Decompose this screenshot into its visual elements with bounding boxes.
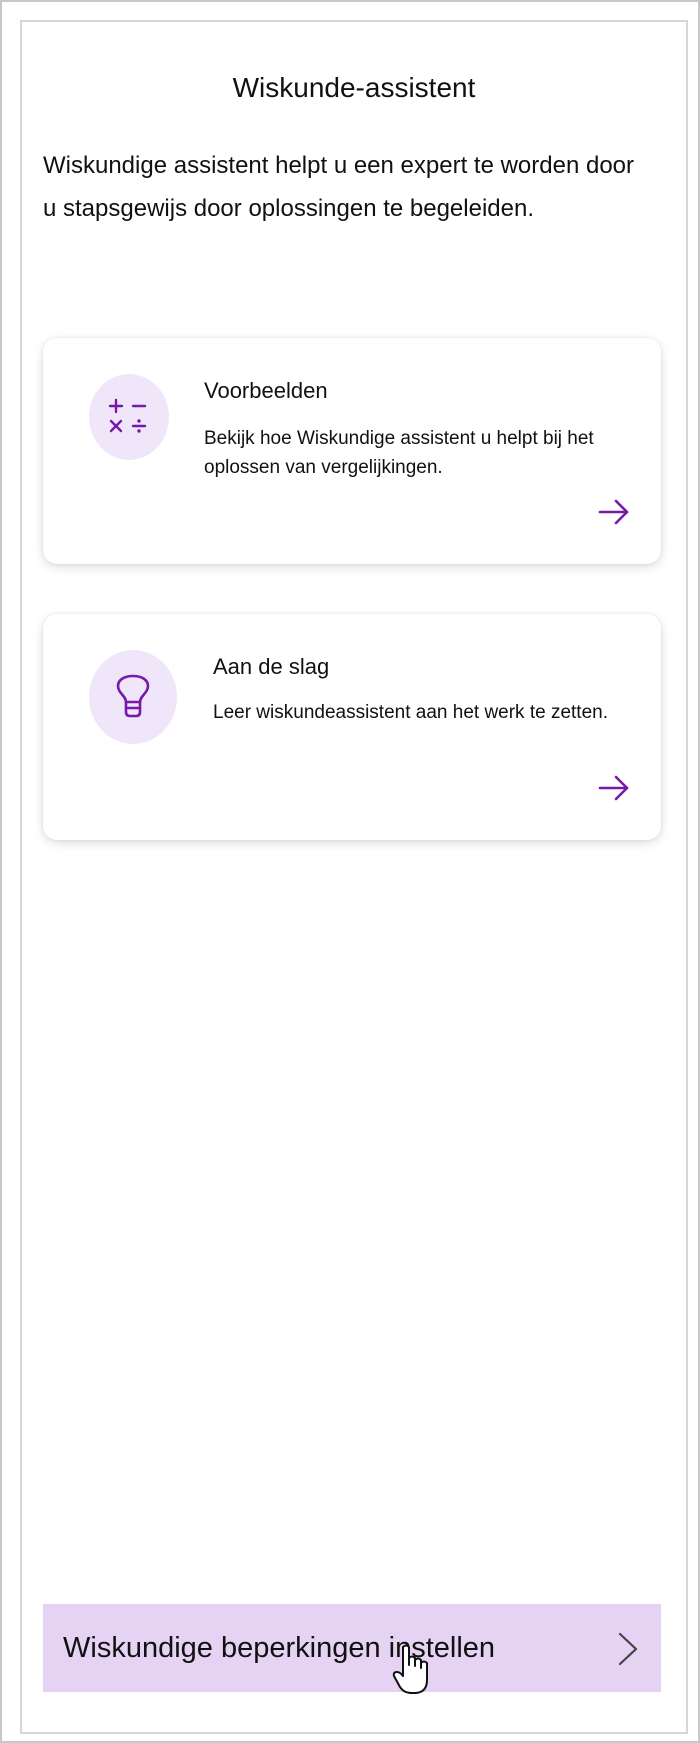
examples-card-description: Bekijk hoe Wiskundige assistent u helpt …: [204, 428, 594, 478]
examples-card[interactable]: Voorbeelden Bekijk hoe Wiskundige assist…: [43, 338, 661, 564]
hand-cursor-icon: [392, 1644, 428, 1694]
lightbulb-icon: [89, 650, 177, 744]
examples-card-title: Voorbeelden: [204, 378, 328, 403]
arrow-right-icon[interactable]: [597, 498, 631, 526]
get-started-card-title: Aan de slag: [213, 654, 330, 679]
get-started-card-description: Leer wiskundeassistent aan het werk te z…: [213, 702, 609, 723]
page-title: Wiskunde-assistent: [232, 72, 476, 103]
set-math-constraints-button[interactable]: Wiskundige beperkingen instellen: [43, 1604, 661, 1692]
get-started-card[interactable]: Aan de slag Leer wiskundeassistent aan h…: [43, 614, 661, 840]
chevron-right-icon: [618, 1632, 638, 1666]
math-operators-icon: [89, 374, 169, 460]
set-math-constraints-label: Wiskundige beperkingen instellen: [63, 1632, 496, 1664]
arrow-right-icon[interactable]: [597, 774, 631, 802]
window-frame: Wiskunde-assistent Wiskundige assistent …: [0, 0, 700, 1743]
intro-text: Wiskundige assistent helpt u een expert …: [43, 152, 635, 222]
math-assistant-pane: Wiskunde-assistent Wiskundige assistent …: [20, 20, 688, 1734]
